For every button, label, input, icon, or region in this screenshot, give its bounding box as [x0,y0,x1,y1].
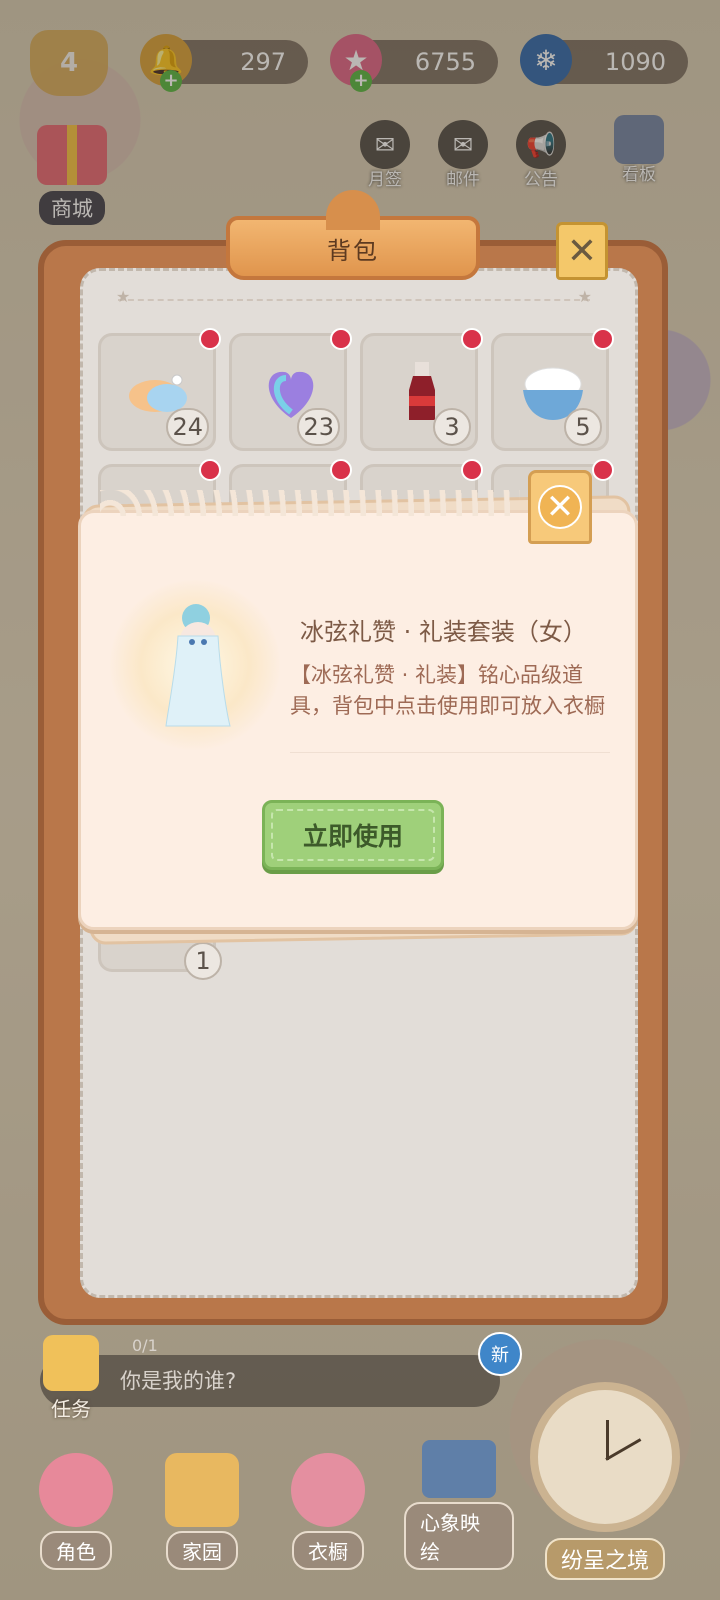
nav-home[interactable]: 家园 [152,1440,252,1570]
nav-realm[interactable]: 纷呈之境 [520,1355,690,1580]
item-name: 冰弦礼赞 · 礼装套装（女） [300,618,587,646]
nav-wardrobe[interactable]: 衣橱 [278,1440,378,1570]
new-item-dot [330,328,352,350]
new-item-dot [592,459,614,481]
backpack-title-text: 背包 [327,236,379,265]
item-count: 23 [297,408,340,446]
item-description: 【冰弦礼赞 · 礼装】铭心品级道具，背包中点击使用即可放入衣橱 [290,663,605,718]
use-now-button[interactable]: 立即使用 [262,800,444,870]
new-item-dot [330,459,352,481]
divider: ★ ★ [116,287,592,313]
item-count: 5 [564,408,602,446]
task-label: 任务 [51,1397,91,1421]
new-item-dot [592,328,614,350]
task-text: 你是我的谁? [120,1369,237,1393]
notepad-icon [43,1335,99,1391]
outfit-figure-icon [165,604,231,727]
close-icon: ✕ [566,230,598,272]
hat-icon [291,1453,365,1527]
new-item-dot [199,328,221,350]
task-button[interactable]: 任务 [30,1322,112,1422]
cards-icon [422,1440,496,1498]
popup-torn-edge [100,490,520,516]
new-badge: 新 [478,1332,522,1376]
backpack-close-button[interactable]: ✕ [556,222,608,280]
nav-role[interactable]: 角色 [26,1440,126,1570]
item-count: 24 [166,408,209,446]
item-count: 3 [433,408,471,446]
house-icon [165,1453,239,1527]
popup-close-button[interactable]: ✕ [528,470,592,544]
backpack-slot[interactable]: 24 [98,328,221,451]
star-icon: ★ [116,287,131,306]
nav-realm-label: 纷呈之境 [544,1538,665,1580]
nav-wardrobe-label: 衣橱 [292,1531,364,1570]
new-item-dot [461,459,483,481]
divider [290,752,610,753]
nav-cards[interactable]: 心象映绘 [404,1440,514,1570]
nav-role-label: 角色 [40,1531,112,1570]
close-icon: ✕ [538,485,582,529]
task-progress: 0/1 [132,1336,158,1355]
backpack-slot[interactable]: 5 [491,328,614,451]
backpack-slot[interactable]: 3 [360,328,483,451]
backpack-slot[interactable]: 23 [229,328,352,451]
star-icon: ★ [577,287,592,306]
new-item-dot [461,328,483,350]
backpack-title: 背包 [226,190,480,280]
clock-icon [530,1382,680,1532]
item-count: 1 [184,942,222,980]
use-now-label: 立即使用 [302,822,403,851]
character-avatar-icon [39,1453,113,1527]
new-item-dot [199,459,221,481]
nav-cards-label: 心象映绘 [404,1502,514,1570]
nav-home-label: 家园 [166,1531,238,1570]
